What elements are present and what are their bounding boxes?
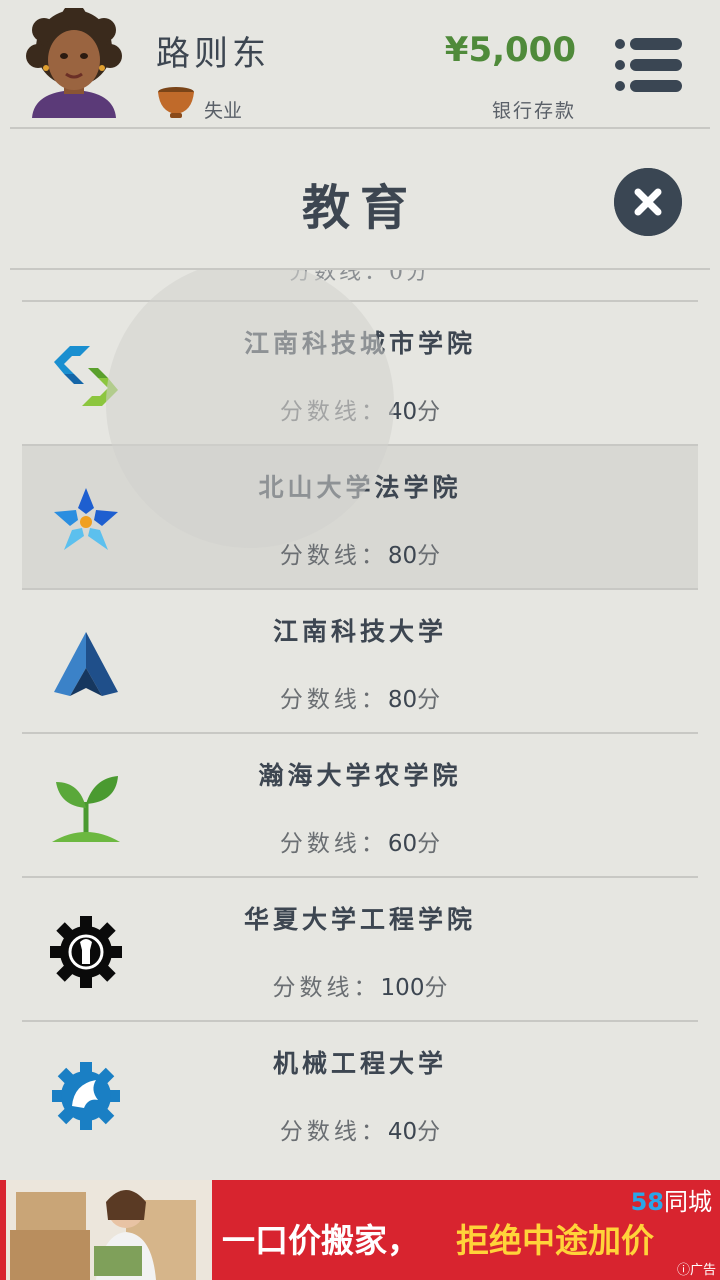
score-label: 分数线： (279, 687, 388, 713)
bank-balance: ¥5,000 (444, 30, 576, 70)
score-unit: 分 (424, 975, 448, 1001)
top-status-bar: 路则东 失业 ¥5,000 银行存款 (0, 0, 720, 128)
ad-brand-text: 同城 (664, 1188, 712, 1216)
school-list[interactable]: 分数线：0分 江南科技城市学院 分数线：40分 北山大学法学院 分数线：80分 (0, 270, 720, 1175)
ad-headline: 一口价搬家， (222, 1221, 420, 1260)
score-line: 分数线：40分 (22, 392, 698, 426)
school-name: 江南科技城市学院 (243, 329, 476, 358)
score-unit: 分 (417, 687, 441, 713)
score-label: 分数线： (272, 975, 381, 1001)
score-value: 100 (380, 975, 425, 1001)
score-unit: 分 (417, 543, 441, 569)
list-item-school[interactable]: 机械工程大学 分数线：40分 (22, 1020, 698, 1164)
score-line: 分数线：80分 (22, 680, 698, 714)
school-name: 瀚海大学农学院 (258, 761, 462, 790)
ad-photo (6, 1180, 212, 1280)
score-line: 分数线：60分 (22, 824, 698, 858)
ad-headline-highlight: 拒绝中途加价 (456, 1221, 654, 1260)
list-item-school-selected[interactable]: 北山大学法学院 分数线：80分 (22, 444, 698, 588)
player-avatar[interactable] (22, 8, 126, 118)
score-value: 80 (387, 687, 418, 713)
score-label: 分数线： (279, 831, 388, 857)
school-name: 北山大学法学院 (258, 473, 462, 502)
bowl-icon (158, 87, 194, 118)
bank-balance-label: 银行存款 (491, 100, 576, 122)
score-value: 40 (387, 1119, 418, 1145)
ad-brand-number: 58 (630, 1188, 664, 1216)
ad-banner[interactable]: 58同城 一口价搬家， 拒绝中途加价 ⓘ广告 (0, 1180, 720, 1280)
score-line: 分数线：100分 (22, 968, 698, 1002)
ad-brand-logo: 58同城 (631, 1182, 712, 1217)
score-label: 分数线： (279, 543, 388, 569)
score-value: 40 (387, 399, 418, 425)
score-line: 分数线：40分 (22, 1112, 698, 1146)
ad-info-icon: ⓘ (676, 1263, 690, 1278)
list-item-partial[interactable]: 分数线：0分 (22, 270, 698, 300)
close-button[interactable] (614, 168, 682, 236)
score-line: 分数线：80分 (22, 536, 698, 570)
score-value: 80 (387, 543, 418, 569)
header-divider (10, 127, 710, 129)
score-unit: 分 (417, 1119, 441, 1145)
score-unit: 分 (417, 399, 441, 425)
score-unit: 分 (417, 831, 441, 857)
list-item-school[interactable]: 瀚海大学农学院 分数线：60分 (22, 732, 698, 876)
employment-status: 失业 (204, 100, 243, 122)
list-item-school[interactable]: 江南科技大学 分数线：80分 (22, 588, 698, 732)
score-value: 60 (387, 831, 418, 857)
school-name: 机械工程大学 (272, 1049, 447, 1078)
ad-tag-text: 广告 (689, 1263, 716, 1278)
list-item-school[interactable]: 江南科技城市学院 分数线：40分 (22, 300, 698, 444)
panel-title: 教育 (301, 180, 418, 236)
player-name: 路则东 (156, 34, 270, 74)
ad-label: ⓘ广告 (677, 1259, 716, 1278)
school-name: 江南科技大学 (272, 617, 447, 646)
list-item-school[interactable]: 华夏大学工程学院 分数线：100分 (22, 876, 698, 1020)
menu-button[interactable] (612, 36, 684, 94)
school-name: 华夏大学工程学院 (243, 905, 476, 934)
partial-score-line: 分数线：0分 (289, 270, 431, 285)
score-label: 分数线： (279, 1119, 388, 1145)
score-label: 分数线： (279, 399, 388, 425)
